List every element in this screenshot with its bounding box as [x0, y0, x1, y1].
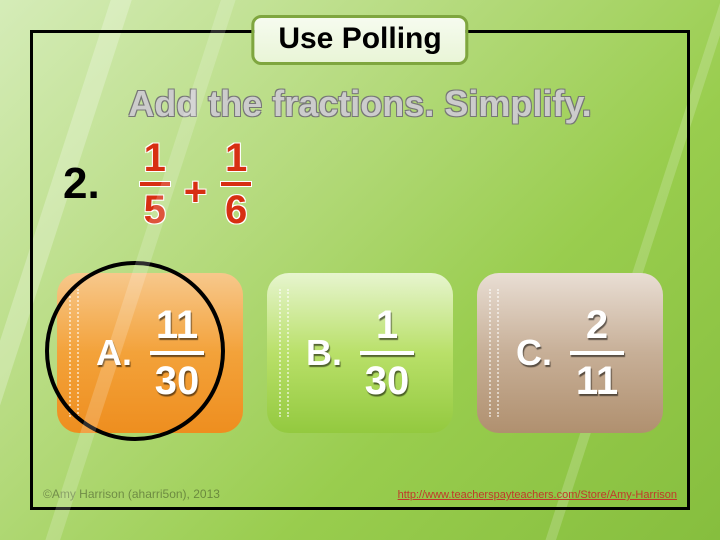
answer-letter: B.: [306, 332, 342, 374]
footer-link[interactable]: http://www.teacherspayteachers.com/Store…: [398, 489, 677, 501]
problem-row: 2. 1 5 + 1 6: [63, 138, 251, 230]
fraction-numerator: 11: [156, 305, 198, 345]
footer-copyright: ©Amy Harrison (aharri5on), 2013: [43, 487, 220, 501]
fraction-term-1: 1 5: [140, 138, 170, 230]
fraction-numerator: 1: [225, 138, 247, 178]
title-tab-label: Use Polling: [278, 22, 441, 55]
fraction-denominator: 30: [155, 361, 200, 401]
content-frame: Use Polling Add the fractions. Simplify.…: [30, 30, 690, 510]
fraction-bar: [140, 182, 170, 186]
answer-fraction: 11 30: [150, 305, 204, 401]
title-tab: Use Polling: [251, 15, 468, 65]
slide-stage: Use Polling Add the fractions. Simplify.…: [0, 0, 720, 540]
fraction-numerator: 1: [144, 138, 166, 178]
fraction-numerator: 2: [586, 305, 608, 345]
fraction-bar: [150, 351, 204, 355]
answer-letter: A.: [96, 332, 132, 374]
fraction-denominator: 11: [576, 361, 618, 401]
operator-plus: +: [184, 170, 207, 215]
fraction-bar: [360, 351, 414, 355]
fraction-numerator: 1: [376, 305, 398, 345]
answer-choice-c[interactable]: C. 2 11: [477, 273, 663, 433]
problem-expression: 1 5 + 1 6: [140, 138, 251, 230]
instruction-text: Add the fractions. Simplify.: [33, 83, 687, 125]
fraction-term-2: 1 6: [221, 138, 251, 230]
fraction-bar: [221, 182, 251, 186]
problem-number: 2.: [63, 159, 100, 209]
fraction-bar: [570, 351, 624, 355]
fraction-denominator: 30: [365, 361, 410, 401]
answer-letter: C.: [516, 332, 552, 374]
fraction-denominator: 5: [144, 190, 166, 230]
answer-fraction: 1 30: [360, 305, 414, 401]
answer-choice-a[interactable]: A. 11 30: [57, 273, 243, 433]
fraction-denominator: 6: [225, 190, 247, 230]
answer-fraction: 2 11: [570, 305, 624, 401]
answer-choices: A. 11 30 B. 1 30 C. 2: [57, 273, 663, 433]
answer-choice-b[interactable]: B. 1 30: [267, 273, 453, 433]
